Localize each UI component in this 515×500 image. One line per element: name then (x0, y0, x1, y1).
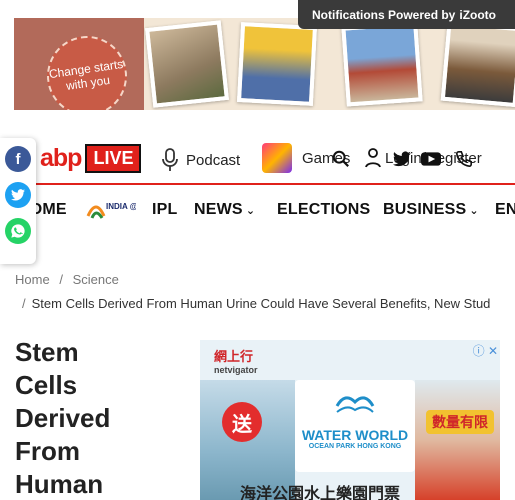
chevron-down-icon: ⌄ (245, 205, 256, 217)
banner-photo (145, 20, 229, 108)
ad-quantity-badge: 數量有限 (426, 410, 494, 434)
advertisement[interactable]: ⓘ ✕ 網上行 netvigator 送 WATER WORLD OCEAN P… (200, 340, 500, 500)
facebook-icon[interactable]: f (5, 146, 31, 172)
breadcrumb-article: Stem Cells Derived From Human Urine Coul… (31, 296, 491, 311)
podcast-link[interactable]: Podcast (160, 148, 240, 172)
ad-water-world-sub: OCEAN PARK HONG KONG (308, 443, 402, 450)
breadcrumb-home[interactable]: Home (15, 272, 50, 287)
ad-brand-name: 網上行 (214, 349, 254, 364)
headline-line: Cells (15, 370, 78, 400)
ad-bottom-text: 海洋公園水上樂園門票 (240, 486, 401, 500)
headline-line: Stem (15, 337, 79, 367)
breadcrumb-separator: / (59, 272, 63, 287)
nav-elections[interactable]: ELECTIONS (277, 201, 370, 219)
user-icon (365, 148, 381, 168)
abp-live-logo[interactable]: abp LIVE (40, 143, 142, 173)
logo-abp: abp (40, 143, 82, 172)
nav-entertainment[interactable]: EN (495, 201, 515, 219)
india-2047-logo[interactable]: INDIA @2047 (86, 196, 136, 224)
main-nav: HOME INDIA @2047 IPL NEWS⌄ ELECTIONS BUS… (0, 190, 515, 230)
banner-ad[interactable]: Change starts with you (14, 18, 515, 110)
ad-brand: 網上行 netvigator (214, 346, 258, 375)
chevron-down-icon: ⌄ (469, 205, 479, 217)
ad-scenery (415, 380, 500, 500)
banner-photo (341, 21, 423, 107)
nav-business[interactable]: BUSINESS ⌄ (383, 201, 479, 219)
social-share-bar: f (0, 138, 36, 264)
nav-news[interactable]: NEWS ⌄ (194, 201, 255, 219)
headline-line: Derived (15, 403, 111, 433)
ad-close-icon[interactable]: ⓘ ✕ (473, 342, 498, 359)
headline-line: From (15, 436, 80, 466)
nav-business-label: BUSINESS (383, 201, 467, 218)
notification-banner[interactable]: Notifications Powered by iZooto (298, 0, 515, 29)
logo-live: LIVE (85, 143, 142, 173)
microphone-icon (162, 148, 178, 171)
search-icon[interactable] (332, 150, 350, 168)
youtube-icon[interactable] (421, 150, 441, 168)
twitter-icon[interactable] (393, 150, 411, 168)
phone-icon[interactable] (455, 150, 473, 168)
nav-ipl[interactable]: IPL (152, 201, 178, 219)
ad-water-world-title: WATER WORLD (301, 427, 409, 443)
twitter-icon[interactable] (5, 182, 31, 208)
ad-water-world-card: WATER WORLD OCEAN PARK HONG KONG (295, 380, 415, 472)
banner-photo (236, 22, 318, 106)
ad-brand-sub: netvigator (214, 365, 258, 375)
breadcrumb-science[interactable]: Science (73, 272, 119, 287)
podcast-label: Podcast (186, 151, 241, 169)
breadcrumb-separator: / (22, 296, 26, 311)
ad-send-badge: 送 (222, 402, 262, 442)
header-divider (0, 183, 515, 185)
breadcrumb-current: / Stem Cells Derived From Human Urine Cou… (22, 296, 515, 311)
svg-text:INDIA @2047: INDIA @2047 (106, 202, 136, 211)
breadcrumb: Home / Science (15, 272, 119, 287)
games-icon (262, 143, 292, 173)
article-headline: Stem Cells Derived From Human (15, 336, 175, 500)
notification-text: Notifications Powered by (312, 7, 456, 22)
site-header: abp LIVE Podcast Games Login/Register (0, 138, 515, 180)
wave-logo-icon (335, 396, 375, 413)
whatsapp-icon[interactable] (5, 218, 31, 244)
notification-brand: iZooto (459, 7, 497, 22)
nav-news-label: NEWS (194, 201, 243, 218)
ad-water-world: WATER WORLD OCEAN PARK HONG KONG (295, 427, 415, 450)
headline-line: Human (15, 469, 104, 499)
banner-photo (440, 20, 515, 108)
